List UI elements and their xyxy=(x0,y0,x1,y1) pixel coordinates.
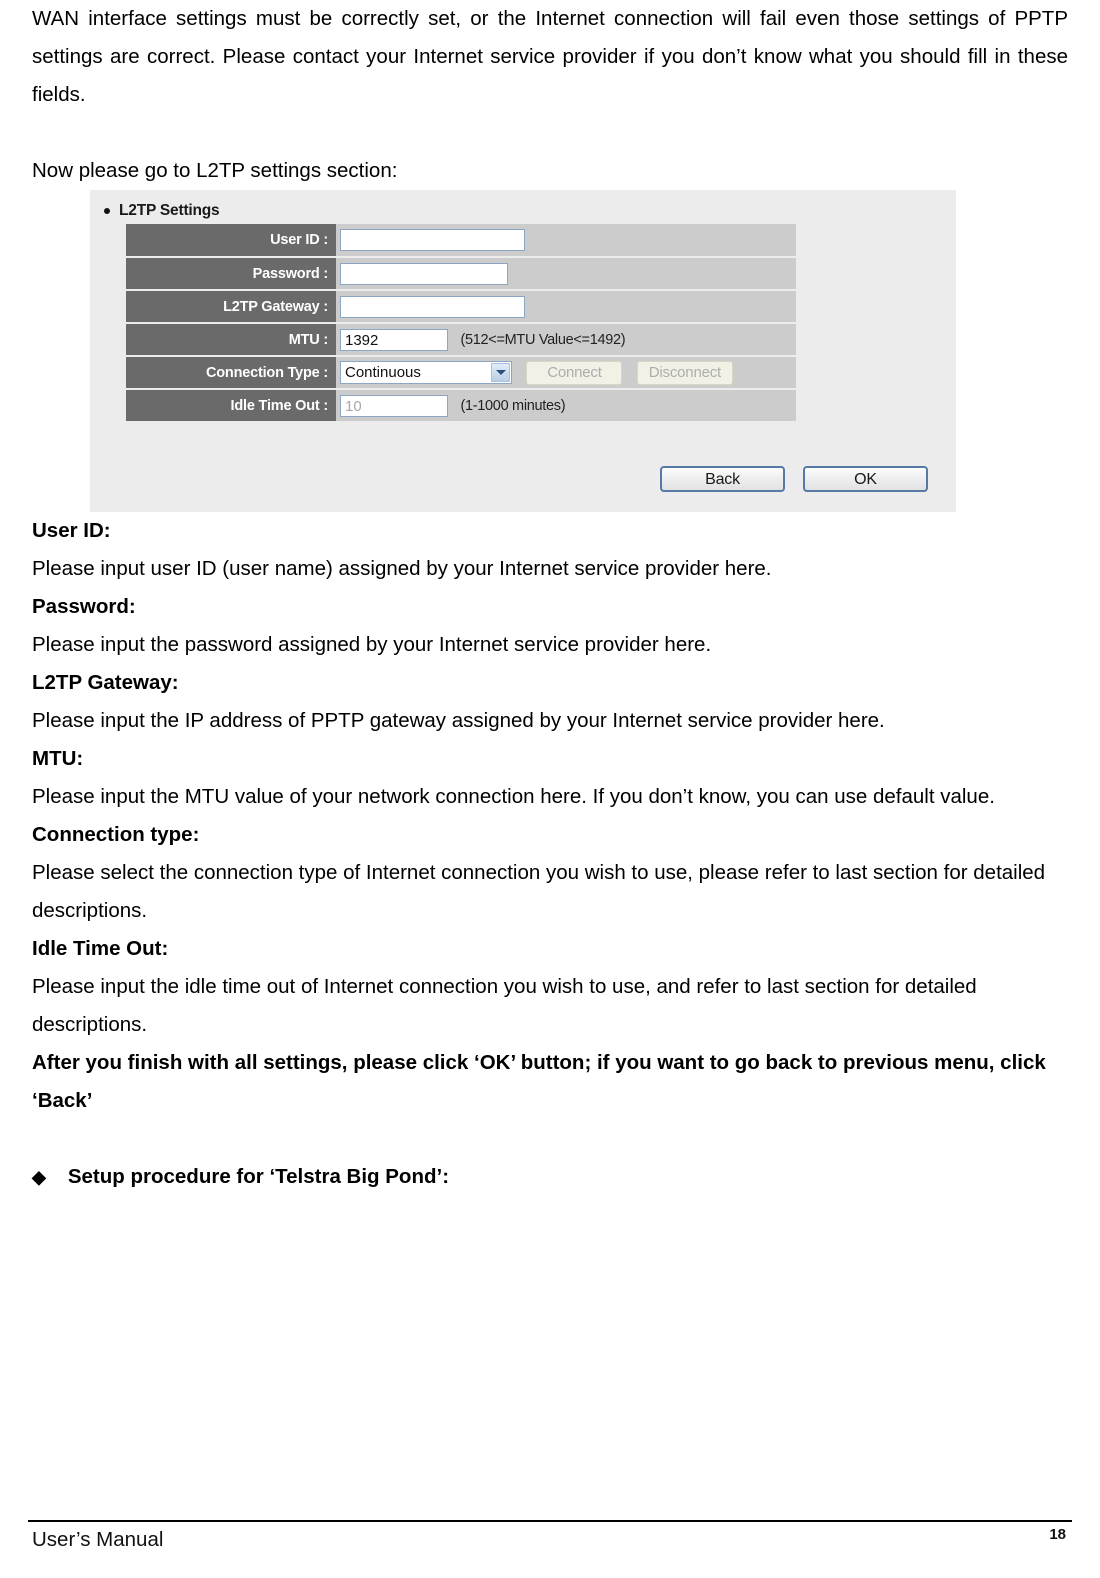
section-body-connection-type: Please select the connection type of Int… xyxy=(32,861,1046,922)
form-action-buttons: Back OK xyxy=(660,466,928,492)
panel-title-row: L2TP Settings xyxy=(104,200,956,222)
lead-in-text: Now please go to L2TP settings section: xyxy=(32,159,398,182)
connect-button[interactable]: Connect xyxy=(526,360,623,385)
mtu-cell: 1392 (512<=MTU Value<=1492) xyxy=(336,323,796,357)
intro-paragraph: WAN interface settings must be correctly… xyxy=(32,7,1068,106)
idle-time-out-cell: 10 (1-1000 minutes) xyxy=(336,389,796,423)
connection-type-label: Connection Type : xyxy=(126,356,336,390)
l2tp-gateway-cell xyxy=(336,290,796,324)
password-label: Password : xyxy=(126,257,336,291)
connection-type-select[interactable]: Continuous xyxy=(340,361,512,384)
section-heading-user-id: User ID: xyxy=(32,519,111,542)
next-topic-row: ◆ Setup procedure for ‘Telstra Big Pond’… xyxy=(32,1158,1068,1196)
section-heading-password: Password: xyxy=(32,595,136,618)
user-id-cell xyxy=(336,224,796,258)
footer-page-number: 18 xyxy=(1049,1526,1066,1543)
form-row-connection-type: Connection Type : Continuous Connect Dis… xyxy=(126,356,796,390)
back-button[interactable]: Back xyxy=(660,466,785,492)
connection-type-selected-value: Continuous xyxy=(345,364,421,381)
diamond-bullet-icon: ◆ xyxy=(32,1167,46,1187)
form-row-idle-time-out: Idle Time Out : 10 (1-1000 minutes) xyxy=(126,389,796,423)
form-row-l2tp-gateway: L2TP Gateway : xyxy=(126,290,796,324)
user-id-label: User ID : xyxy=(126,224,336,258)
password-cell xyxy=(336,257,796,291)
form-row-mtu: MTU : 1392 (512<=MTU Value<=1492) xyxy=(126,323,796,357)
section-heading-connection-type: Connection type: xyxy=(32,823,200,846)
section-body-mtu: Please input the MTU value of your netwo… xyxy=(32,785,995,808)
footer-divider xyxy=(28,1520,1072,1522)
mtu-input[interactable]: 1392 xyxy=(340,328,448,351)
ok-button[interactable]: OK xyxy=(803,466,928,492)
closing-note: After you finish with all settings, plea… xyxy=(32,1051,1046,1112)
user-id-input[interactable] xyxy=(340,229,525,251)
section-body-idle-time-out: Please input the idle time out of Intern… xyxy=(32,975,977,1036)
section-heading-l2tp-gateway: L2TP Gateway: xyxy=(32,671,179,694)
l2tp-settings-form: User ID : Password : L2TP Gateway : MTU … xyxy=(126,224,796,423)
idle-time-out-input[interactable]: 10 xyxy=(340,394,448,417)
chevron-down-icon[interactable] xyxy=(491,363,510,382)
next-topic-label: Setup procedure for ‘Telstra Big Pond’: xyxy=(67,1165,450,1188)
section-body-user-id: Please input user ID (user name) assigne… xyxy=(32,557,772,580)
form-row-user-id: User ID : xyxy=(126,224,796,258)
l2tp-gateway-input[interactable] xyxy=(340,295,525,318)
section-heading-mtu: MTU: xyxy=(32,747,84,770)
section-body-l2tp-gateway: Please input the IP address of PPTP gate… xyxy=(32,709,885,732)
bullet-dot-icon xyxy=(104,208,110,214)
disconnect-button[interactable]: Disconnect xyxy=(636,360,733,385)
form-row-password: Password : xyxy=(126,257,796,291)
section-body-password: Please input the password assigned by yo… xyxy=(32,633,712,656)
mtu-label: MTU : xyxy=(126,323,336,357)
l2tp-gateway-label: L2TP Gateway : xyxy=(126,290,336,324)
router-ui-screenshot: L2TP Settings User ID : Password : L2TP … xyxy=(90,190,956,512)
panel-title: L2TP Settings xyxy=(119,202,220,219)
footer-manual-title: User’s Manual xyxy=(32,1528,164,1551)
section-heading-idle-time-out: Idle Time Out: xyxy=(32,937,169,960)
document-page: WAN interface settings must be correctly… xyxy=(0,0,1100,1578)
page-footer: User’s Manual 18 xyxy=(0,1520,1100,1578)
idle-time-out-label: Idle Time Out : xyxy=(126,389,336,423)
password-input[interactable] xyxy=(340,262,508,285)
idle-time-out-range-hint: (1-1000 minutes) xyxy=(460,397,566,414)
mtu-range-hint: (512<=MTU Value<=1492) xyxy=(460,331,626,348)
connection-type-cell: Continuous Connect Disconnect xyxy=(336,356,796,390)
